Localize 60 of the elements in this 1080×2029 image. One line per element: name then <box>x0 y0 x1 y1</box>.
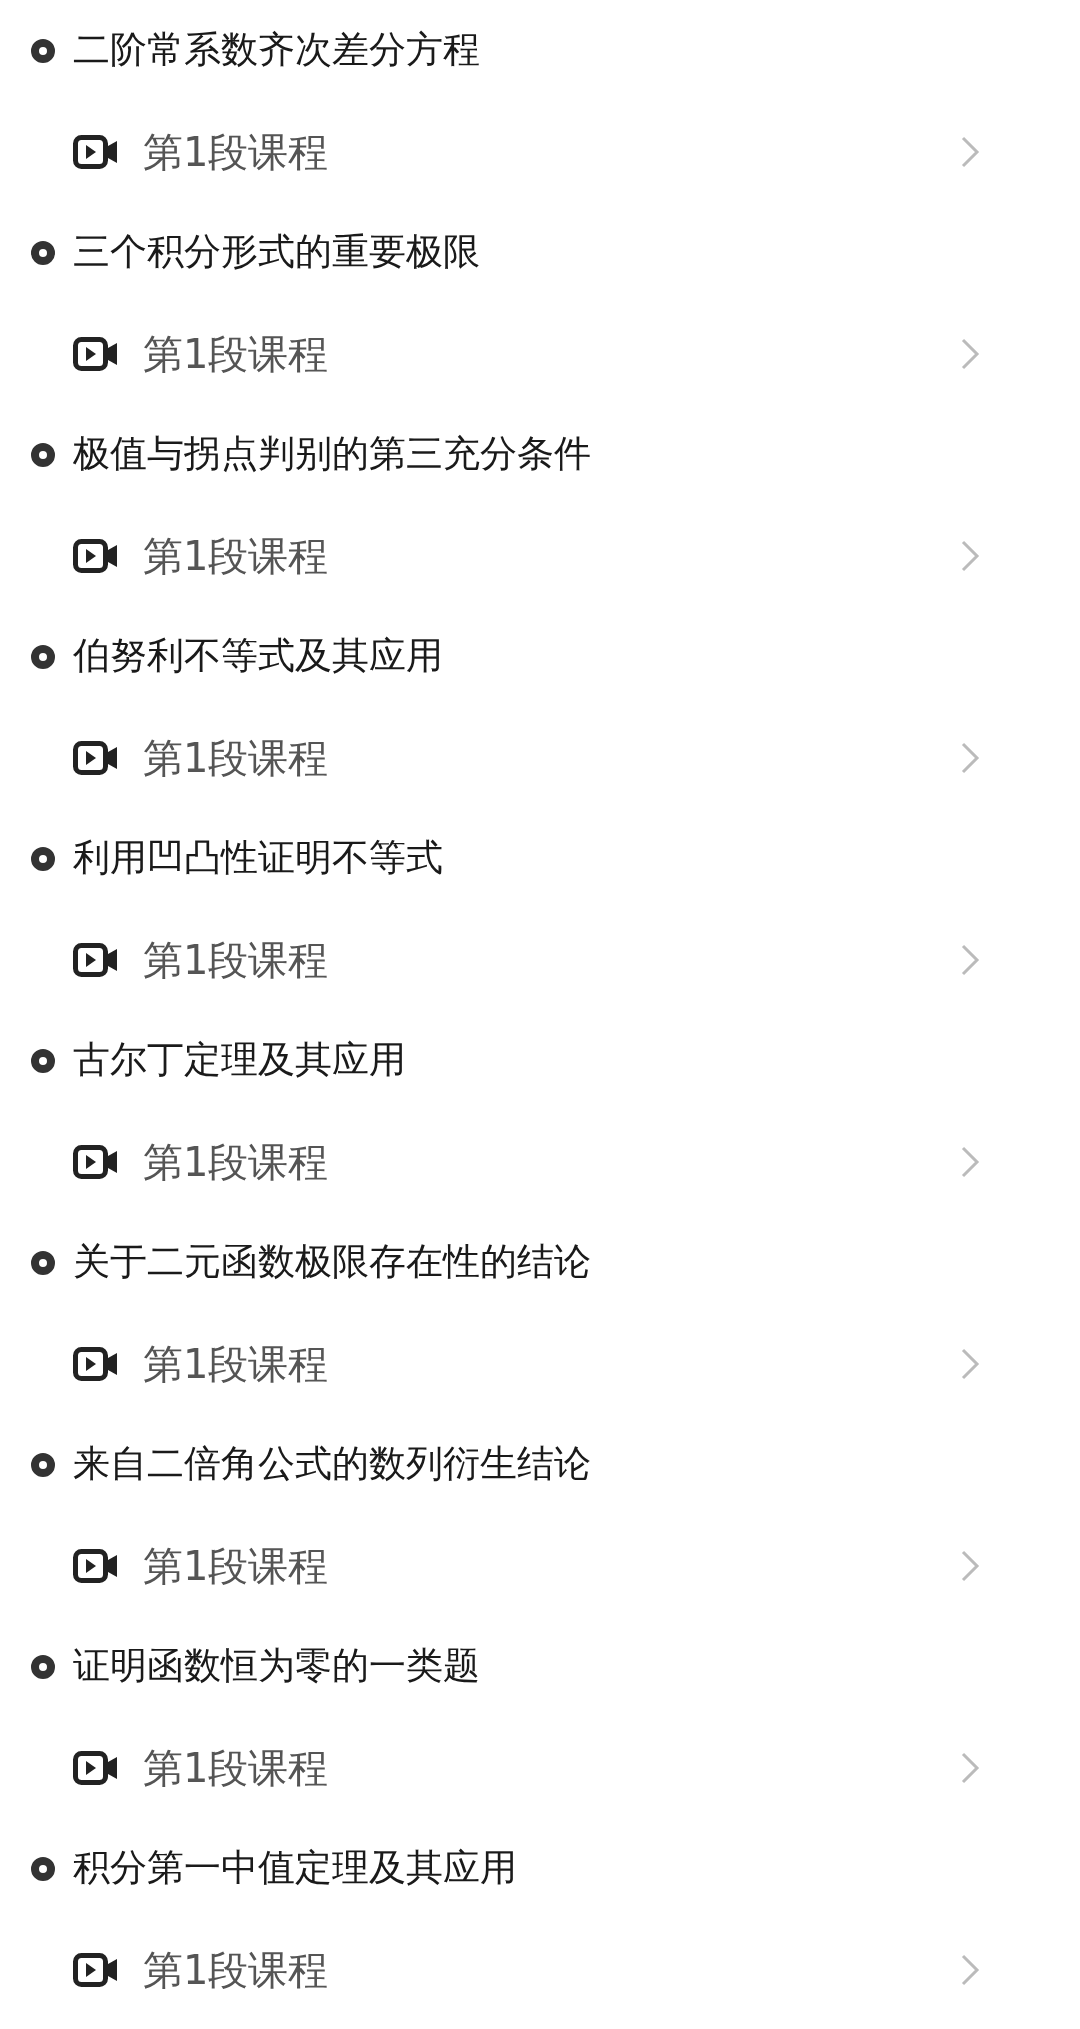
lesson-item[interactable]: 第1段课程 <box>0 909 1080 1010</box>
lesson-title: 第1段课程 <box>143 1541 330 1590</box>
chapter-title: 证明函数恒为零的一类题 <box>73 1644 480 1689</box>
lesson-title: 第1段课程 <box>143 531 330 580</box>
chapter-title: 古尔丁定理及其应用 <box>73 1038 406 1083</box>
lesson-title: 第1段课程 <box>143 935 330 984</box>
lesson-item[interactable]: 第1段课程 <box>0 303 1080 404</box>
lesson-title: 第1段课程 <box>143 1743 330 1792</box>
lesson-title: 第1段课程 <box>143 1137 330 1186</box>
video-camera-icon <box>73 740 119 775</box>
lesson-item[interactable]: 第1段课程 <box>0 1717 1080 1818</box>
lesson-title: 第1段课程 <box>143 329 330 378</box>
chapter-title: 二阶常系数齐次差分方程 <box>73 28 480 73</box>
video-camera-icon <box>73 1952 119 1987</box>
chevron-right-icon <box>960 1750 980 1785</box>
lesson-item[interactable]: 第1段课程 <box>0 707 1080 808</box>
lesson-title: 第1段课程 <box>143 127 330 176</box>
video-camera-icon <box>73 1144 119 1179</box>
chapter-title: 伯努利不等式及其应用 <box>73 634 443 679</box>
lesson-item[interactable]: 第1段课程 <box>0 1111 1080 1212</box>
video-camera-icon <box>73 336 119 371</box>
bullet-icon <box>31 442 55 467</box>
video-camera-icon <box>73 1750 119 1785</box>
chevron-right-icon <box>960 1548 980 1583</box>
lesson-item[interactable]: 第1段课程 <box>0 1515 1080 1616</box>
lesson-item[interactable]: 第1段课程 <box>0 505 1080 606</box>
chevron-right-icon <box>960 538 980 573</box>
lesson-title: 第1段课程 <box>143 733 330 782</box>
chapter-title: 关于二元函数极限存在性的结论 <box>73 1240 591 1285</box>
bullet-icon <box>31 240 55 265</box>
lesson-title: 第1段课程 <box>143 1945 330 1994</box>
chevron-right-icon <box>960 1952 980 1987</box>
video-camera-icon <box>73 942 119 977</box>
chevron-right-icon <box>960 336 980 371</box>
chevron-right-icon <box>960 1144 980 1179</box>
lesson-item[interactable]: 第1段课程 <box>0 101 1080 202</box>
chapter-title: 极值与拐点判别的第三充分条件 <box>73 432 591 477</box>
video-camera-icon <box>73 134 119 169</box>
bullet-icon <box>31 1452 55 1477</box>
chevron-right-icon <box>960 942 980 977</box>
chevron-right-icon <box>960 740 980 775</box>
chapter-title: 利用凹凸性证明不等式 <box>73 836 443 881</box>
chapter-title: 积分第一中值定理及其应用 <box>73 1846 517 1891</box>
bullet-icon <box>31 846 55 871</box>
chevron-right-icon <box>960 134 980 169</box>
bullet-icon <box>31 1654 55 1679</box>
bullet-icon <box>31 1048 55 1073</box>
video-camera-icon <box>73 1346 119 1381</box>
video-camera-icon <box>73 1548 119 1583</box>
video-camera-icon <box>73 538 119 573</box>
chapter-title: 来自二倍角公式的数列衍生结论 <box>73 1442 591 1487</box>
bullet-icon <box>31 1250 55 1275</box>
lesson-item[interactable]: 第1段课程 <box>0 1313 1080 1414</box>
bullet-icon <box>31 38 55 63</box>
chevron-right-icon <box>960 1346 980 1381</box>
lesson-title: 第1段课程 <box>143 1339 330 1388</box>
bullet-icon <box>31 1856 55 1881</box>
chapter-title: 三个积分形式的重要极限 <box>73 230 480 275</box>
bullet-icon <box>31 644 55 669</box>
lesson-item[interactable]: 第1段课程 <box>0 1919 1080 2020</box>
